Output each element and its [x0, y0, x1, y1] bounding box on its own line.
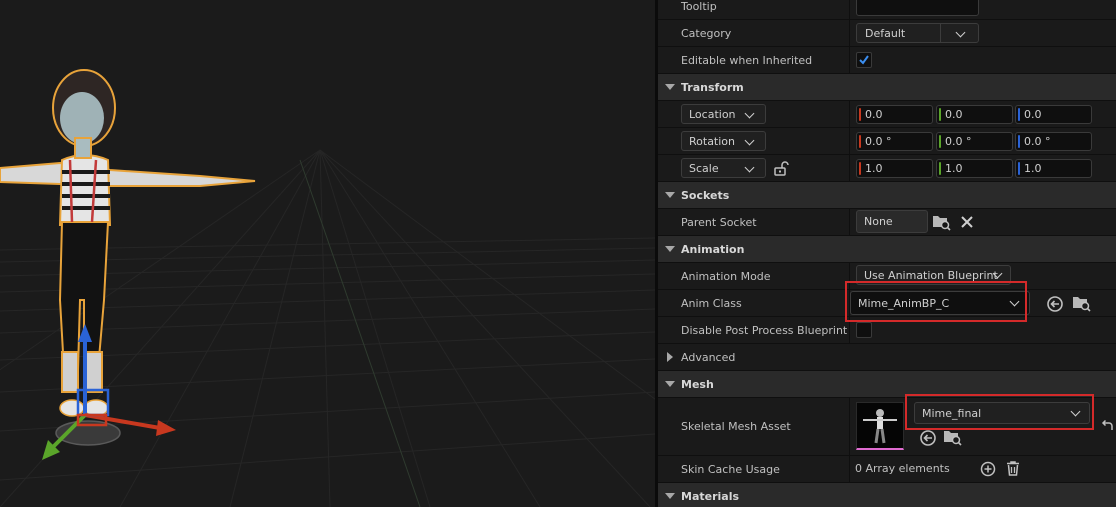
viewport-scene — [0, 69, 655, 507]
transform-header: Transform — [681, 81, 744, 94]
annotation-skeletal-mesh-highlight — [905, 394, 1094, 430]
row-rotation: Rotation 0.0 ° 0.0 ° 0.0 ° — [658, 128, 1116, 155]
animation-header: Animation — [681, 243, 745, 256]
tooltip-input[interactable] — [856, 0, 979, 16]
category-value: Default — [865, 27, 906, 40]
browse-folder-icon[interactable] — [943, 428, 963, 446]
trash-icon[interactable] — [1005, 460, 1021, 477]
skeletal-mesh-label: Skeletal Mesh Asset — [681, 420, 791, 433]
skin-cache-value: 0 Array elements — [855, 462, 950, 475]
chevron-down-icon — [955, 27, 966, 38]
disable-post-process-checkbox[interactable] — [856, 322, 872, 338]
expand-arrow-icon — [667, 352, 673, 362]
scale-x-input[interactable]: 1.0 — [856, 159, 933, 178]
row-editable-inherited: Editable when Inherited — [658, 47, 1116, 74]
collapse-arrow-icon — [665, 192, 675, 198]
parent-socket-value: None — [864, 215, 893, 228]
collapse-arrow-icon — [665, 246, 675, 252]
rotation-z-input[interactable]: 0.0 ° — [1015, 132, 1092, 151]
row-parent-socket: Parent Socket None — [658, 209, 1116, 236]
location-label: Location — [689, 108, 736, 121]
skin-cache-label: Skin Cache Usage — [681, 463, 780, 476]
row-advanced[interactable]: Advanced — [658, 344, 1116, 371]
mesh-thumbnail[interactable] — [856, 402, 904, 450]
use-selected-icon[interactable] — [1046, 295, 1064, 313]
location-z-input[interactable]: 0.0 — [1015, 105, 1092, 124]
animation-mode-label: Animation Mode — [681, 270, 771, 283]
row-location: Location 0.0 0.0 0.0 — [658, 101, 1116, 128]
level-viewport[interactable] — [0, 0, 655, 507]
row-skin-cache: Skin Cache Usage 0 Array elements — [658, 456, 1116, 483]
browse-folder-icon[interactable] — [932, 213, 952, 231]
location-mode-combo[interactable]: Location — [681, 104, 766, 124]
details-panel: Tooltip Category Default Editable when I… — [658, 0, 1116, 507]
category-sockets[interactable]: Sockets — [658, 182, 1116, 209]
scale-mode-combo[interactable]: Scale — [681, 158, 766, 178]
row-scale: Scale 1.0 1.0 1.0 — [658, 155, 1116, 182]
unlock-icon[interactable] — [773, 160, 789, 176]
editable-inherited-checkbox[interactable] — [856, 52, 872, 68]
row-category: Category Default — [658, 20, 1116, 47]
location-y-input[interactable]: 0.0 — [936, 105, 1013, 124]
rotation-label: Rotation — [689, 135, 736, 148]
category-animation[interactable]: Animation — [658, 236, 1116, 263]
reset-to-default-icon[interactable] — [1100, 419, 1114, 433]
parent-socket-label: Parent Socket — [681, 216, 757, 229]
mesh-thumbnail-image — [863, 409, 897, 444]
rotation-x-input[interactable]: 0.0 ° — [856, 132, 933, 151]
location-x-input[interactable]: 0.0 — [856, 105, 933, 124]
parent-socket-field[interactable]: None — [856, 210, 928, 233]
category-materials[interactable]: Materials — [658, 483, 1116, 507]
scale-label: Scale — [689, 162, 719, 175]
collapse-arrow-icon — [665, 493, 675, 499]
row-tooltip: Tooltip — [658, 0, 1116, 20]
mesh-header: Mesh — [681, 378, 714, 391]
chevron-down-icon — [744, 108, 755, 119]
browse-folder-icon[interactable] — [1072, 294, 1092, 312]
checkmark-icon — [859, 55, 869, 65]
annotation-anim-class-highlight — [845, 281, 1027, 322]
materials-header: Materials — [681, 490, 740, 503]
collapse-arrow-icon — [665, 84, 675, 90]
editable-inherited-label: Editable when Inherited — [681, 54, 813, 67]
advanced-label: Advanced — [681, 351, 736, 364]
tooltip-label: Tooltip — [681, 0, 717, 13]
scale-z-input[interactable]: 1.0 — [1015, 159, 1092, 178]
scale-y-input[interactable]: 1.0 — [936, 159, 1013, 178]
clear-icon[interactable] — [960, 215, 974, 229]
category-label: Category — [681, 27, 732, 40]
rotation-mode-combo[interactable]: Rotation — [681, 131, 766, 151]
add-element-icon[interactable] — [980, 461, 996, 477]
use-selected-icon[interactable] — [919, 429, 937, 447]
category-combo[interactable]: Default — [856, 23, 979, 43]
sockets-header: Sockets — [681, 189, 730, 202]
anim-class-label: Anim Class — [681, 297, 742, 310]
chevron-down-icon — [744, 162, 755, 173]
chevron-down-icon — [744, 135, 755, 146]
disable-post-process-label: Disable Post Process Blueprint — [681, 324, 848, 337]
rotation-y-input[interactable]: 0.0 ° — [936, 132, 1013, 151]
collapse-arrow-icon — [665, 381, 675, 387]
category-transform[interactable]: Transform — [658, 74, 1116, 101]
